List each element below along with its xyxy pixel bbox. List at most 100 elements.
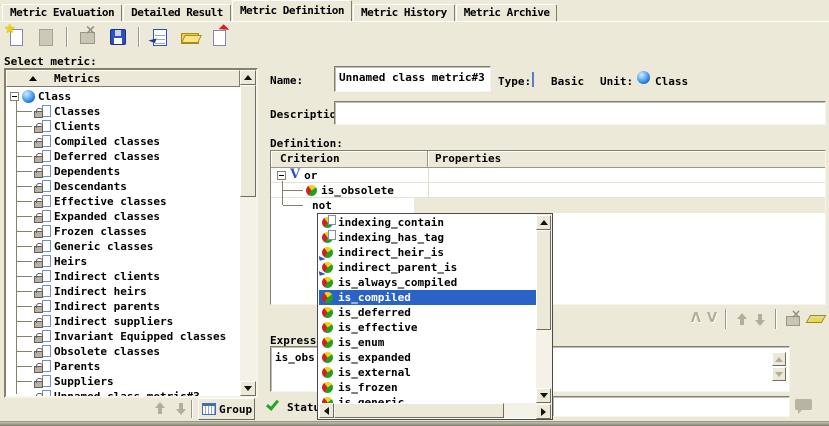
dropdown-item[interactable]: is_external — [319, 365, 536, 380]
criterion-row-properties — [414, 198, 825, 213]
dropdown-item[interactable]: is_enum — [319, 335, 536, 350]
tree-item[interactable]: Obsolete classes — [6, 344, 240, 359]
status-field[interactable] — [552, 396, 790, 417]
basic-type-icon — [532, 72, 534, 87]
tab-metric-evaluation[interactable]: Metric Evaluation — [2, 4, 122, 21]
dropdown-vertical-scrollbar[interactable] — [536, 214, 552, 419]
metric-list-header[interactable]: Metrics — [6, 70, 240, 87]
scrollbar-thumb[interactable] — [334, 403, 504, 418]
criterion-row-is-obsolete[interactable]: is_obsolete — [271, 183, 825, 198]
metric-icon — [34, 180, 51, 193]
criterion-pie-arrow-icon — [322, 262, 333, 273]
open-metrics-button[interactable] — [178, 25, 202, 49]
tab-metric-history[interactable]: Metric History — [353, 4, 455, 21]
toolbar-separator — [138, 27, 140, 47]
metric-icon — [34, 255, 51, 268]
column-criterion[interactable]: Criterion — [271, 151, 428, 167]
dropdown-item[interactable]: is_expanded — [319, 350, 536, 365]
dropdown-item[interactable]: is_always_compiled — [319, 275, 536, 290]
scroll-left-button[interactable] — [319, 403, 334, 418]
tree-item-clipped[interactable]: Unnamed class metric#3 — [6, 389, 240, 396]
tree-item[interactable]: Indirect heirs — [6, 284, 240, 299]
column-properties[interactable]: Properties — [428, 151, 825, 167]
dropdown-item[interactable]: indirect_parent_is — [319, 260, 536, 275]
dropdown-item-selected[interactable]: is_compiled — [319, 290, 536, 305]
expression-scrollbar[interactable] — [772, 352, 787, 384]
and-operator-button[interactable]: Λ — [691, 312, 701, 326]
move-criterion-up-button[interactable] — [735, 313, 748, 326]
criterion-row-or[interactable]: V or — [271, 168, 825, 183]
tree-item[interactable]: Clients — [6, 119, 240, 134]
tree-item[interactable]: Descendants — [6, 179, 240, 194]
new-metric-button[interactable]: ★ — [4, 25, 28, 49]
tree-item[interactable]: Generic classes — [6, 239, 240, 254]
dropdown-item[interactable]: is_effective — [319, 320, 536, 335]
erase-criterion-button[interactable] — [806, 315, 827, 323]
tab-metric-definition[interactable]: Metric Definition — [232, 0, 352, 21]
tree-item[interactable]: Indirect parents — [6, 299, 240, 314]
metric-list-header-label: Metrics — [54, 72, 100, 85]
scroll-up-button[interactable] — [772, 352, 786, 366]
tree-item[interactable]: Indirect suppliers — [6, 314, 240, 329]
group-toggle-button[interactable]: Group — [198, 398, 255, 420]
scroll-up-button[interactable] — [240, 70, 256, 85]
dropdown-horizontal-scrollbar[interactable] — [319, 403, 537, 418]
criterion-row-not[interactable]: not — [271, 198, 825, 213]
criterion-pie-icon — [306, 185, 317, 196]
or-operator-button[interactable]: V — [707, 312, 717, 326]
tree-item[interactable]: Frozen classes — [6, 224, 240, 239]
collapse-icon[interactable] — [10, 92, 19, 101]
dropdown-item[interactable]: indirect_heir_is — [319, 245, 536, 260]
duplicate-metric-button[interactable] — [34, 25, 58, 49]
scrollbar-thumb[interactable] — [240, 85, 256, 197]
description-input[interactable] — [334, 101, 826, 125]
tree-item[interactable]: Classes — [6, 104, 240, 119]
scroll-up-button[interactable] — [536, 215, 551, 230]
valid-check-icon — [266, 397, 279, 411]
tree-item[interactable]: Compiled classes — [6, 134, 240, 149]
import-metrics-button[interactable] — [148, 25, 172, 49]
scroll-right-button[interactable] — [536, 404, 551, 419]
dropdown-item[interactable]: is_frozen — [319, 380, 536, 395]
move-up-icon — [153, 402, 166, 415]
tree-item[interactable]: Expanded classes — [6, 209, 240, 224]
tree-item[interactable]: Invariant Equipped classes — [6, 329, 240, 344]
tree-item[interactable]: Heirs — [6, 254, 240, 269]
collapse-icon[interactable] — [277, 171, 286, 180]
move-criterion-down-button[interactable] — [754, 313, 767, 326]
type-value: Basic — [551, 75, 584, 88]
scroll-down-button[interactable] — [240, 381, 256, 396]
tree-item[interactable]: Dependents — [6, 164, 240, 179]
move-down-button[interactable] — [172, 400, 190, 417]
dropdown-item[interactable]: indexing_contain — [319, 215, 536, 230]
tree-item[interactable]: Deferred classes — [6, 149, 240, 164]
save-metric-button[interactable] — [106, 25, 130, 49]
group-grid-icon — [202, 403, 216, 415]
scrollbar-thumb[interactable] — [536, 230, 551, 330]
export-metrics-button[interactable] — [208, 25, 232, 49]
name-input[interactable]: Unnamed class metric#3 — [334, 66, 491, 92]
tree-item[interactable]: Indirect clients — [6, 269, 240, 284]
tab-divider — [0, 21, 829, 22]
metric-icon — [34, 315, 51, 328]
scroll-down-button[interactable] — [772, 367, 786, 381]
tab-detailed-result[interactable]: Detailed Result — [123, 4, 231, 21]
delete-criterion-button[interactable]: × — [785, 311, 802, 327]
dropdown-item[interactable]: is_deferred — [319, 305, 536, 320]
arrow-up-icon — [540, 220, 548, 225]
delete-metric-button[interactable]: × — [76, 25, 100, 49]
tab-metric-archive[interactable]: Metric Archive — [456, 4, 558, 21]
metric-list-scrollbar[interactable] — [240, 70, 256, 396]
dropdown-item[interactable]: indexing_has_tag — [319, 230, 536, 245]
tree-item[interactable]: Effective classes — [6, 194, 240, 209]
comment-bubble-icon[interactable] — [795, 399, 812, 410]
criterion-dropdown: indexing_contain indexing_has_tag indire… — [317, 213, 553, 420]
tree-root-class[interactable]: Class — [6, 89, 240, 104]
move-up-button[interactable] — [150, 400, 168, 417]
metric-icon — [34, 120, 51, 133]
tab-bar: Metric Evaluation Detailed Result Metric… — [0, 0, 829, 21]
scroll-down-button[interactable] — [536, 388, 551, 403]
tree-item[interactable]: Suppliers — [6, 374, 240, 389]
arrow-up-icon — [775, 357, 783, 362]
tree-item[interactable]: Parents — [6, 359, 240, 374]
